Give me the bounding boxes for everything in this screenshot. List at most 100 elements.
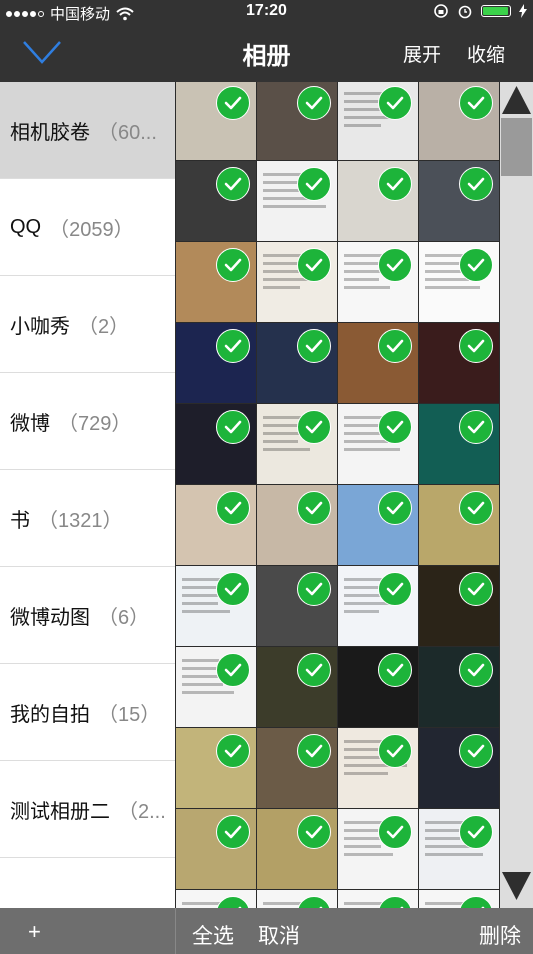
photo-thumbnail[interactable]: [176, 809, 256, 889]
photo-thumbnail[interactable]: [257, 728, 337, 808]
photo-thumbnail[interactable]: [419, 890, 499, 908]
album-item-camera-roll[interactable]: 相机胶卷 （60...: [0, 82, 175, 179]
collapse-button[interactable]: 收缩: [467, 40, 505, 67]
photo-thumbnail[interactable]: [419, 161, 499, 241]
photo-thumbnail[interactable]: [419, 728, 499, 808]
checkmark-icon: [459, 329, 493, 363]
photo-thumbnail[interactable]: [257, 566, 337, 646]
checkmark-icon: [297, 248, 331, 282]
photo-thumbnail[interactable]: [338, 485, 418, 565]
photo-thumbnail[interactable]: [176, 566, 256, 646]
album-item-qq[interactable]: QQ （2059）: [0, 179, 175, 276]
album-name: 相机胶卷: [10, 121, 90, 144]
photo-thumbnail[interactable]: [176, 82, 256, 160]
photo-thumbnail[interactable]: [176, 890, 256, 908]
checkmark-icon: [297, 167, 331, 201]
photo-thumbnail[interactable]: [257, 161, 337, 241]
photo-thumbnail[interactable]: [338, 404, 418, 484]
checkmark-icon: [459, 167, 493, 201]
photo-thumbnail[interactable]: [176, 485, 256, 565]
checkmark-icon: [378, 572, 412, 606]
checkmark-icon: [216, 86, 250, 120]
photo-thumbnail[interactable]: [176, 323, 256, 403]
checkmark-icon: [297, 491, 331, 525]
scroll-up-button[interactable]: [500, 82, 533, 118]
photo-thumbnail[interactable]: [419, 566, 499, 646]
rotation-lock-icon: [434, 4, 448, 18]
album-item-weibo[interactable]: 微博 （729）: [0, 373, 175, 470]
album-name: 书: [10, 509, 30, 532]
photo-thumbnail[interactable]: [338, 242, 418, 322]
photo-thumbnail[interactable]: [176, 404, 256, 484]
checkmark-icon: [459, 653, 493, 687]
album-item-xiaokaxiu[interactable]: 小咖秀 （2）: [0, 276, 175, 373]
add-album-button[interactable]: +: [28, 919, 41, 945]
checkmark-icon: [297, 410, 331, 444]
select-all-button[interactable]: 全选: [192, 920, 234, 950]
album-item-books[interactable]: 书 （1321）: [0, 470, 175, 567]
photo-thumbnail[interactable]: [338, 890, 418, 908]
photo-thumbnail[interactable]: [419, 242, 499, 322]
checkmark-icon: [459, 86, 493, 120]
photo-thumbnail[interactable]: [257, 809, 337, 889]
photo-thumbnail[interactable]: [419, 82, 499, 160]
album-count: （6）: [98, 606, 150, 629]
checkmark-icon: [216, 329, 250, 363]
photo-thumbnail[interactable]: [257, 485, 337, 565]
scrollbar-thumb[interactable]: [501, 118, 532, 176]
checkmark-icon: [459, 896, 493, 908]
bottom-toolbar: + 全选 取消 删除: [0, 908, 533, 954]
checkmark-icon: [297, 734, 331, 768]
checkmark-icon: [216, 572, 250, 606]
checkmark-icon: [459, 572, 493, 606]
album-item-weibo-gifs[interactable]: 微博动图 （6）: [0, 567, 175, 664]
checkmark-icon: [216, 734, 250, 768]
photo-thumbnail[interactable]: [257, 890, 337, 908]
checkmark-icon: [216, 815, 250, 849]
checkmark-icon: [459, 248, 493, 282]
photo-thumbnail[interactable]: [338, 566, 418, 646]
photo-thumbnail[interactable]: [419, 485, 499, 565]
photo-thumbnail[interactable]: [338, 647, 418, 727]
cancel-button[interactable]: 取消: [258, 920, 300, 950]
album-item-selfies[interactable]: 我的自拍 （15）: [0, 664, 175, 761]
triangle-down-icon: [502, 872, 531, 900]
photo-thumbnail[interactable]: [176, 647, 256, 727]
alarm-icon: [458, 5, 472, 19]
photo-thumbnail[interactable]: [176, 728, 256, 808]
album-name: 测试相册二: [10, 800, 110, 823]
checkmark-icon: [378, 329, 412, 363]
album-item-test-album-2[interactable]: 测试相册二 （2...: [0, 761, 175, 858]
album-name: 我的自拍: [10, 703, 90, 726]
album-count: （2）: [78, 315, 130, 338]
checkmark-icon: [459, 815, 493, 849]
photo-thumbnail[interactable]: [338, 728, 418, 808]
checkmark-icon: [297, 86, 331, 120]
album-name: QQ: [10, 215, 42, 238]
photo-thumbnail[interactable]: [257, 242, 337, 322]
photo-thumbnail[interactable]: [338, 82, 418, 160]
photo-thumbnail[interactable]: [338, 323, 418, 403]
photo-thumbnail[interactable]: [257, 404, 337, 484]
album-count: （1321）: [38, 509, 123, 532]
photo-thumbnail[interactable]: [176, 161, 256, 241]
photo-thumbnail[interactable]: [257, 82, 337, 160]
photo-thumbnail[interactable]: [419, 404, 499, 484]
album-count: （729）: [58, 412, 132, 435]
photo-thumbnail[interactable]: [176, 242, 256, 322]
photo-thumbnail[interactable]: [419, 809, 499, 889]
checkmark-icon: [378, 86, 412, 120]
photo-thumbnail[interactable]: [257, 323, 337, 403]
checkmark-icon: [378, 734, 412, 768]
album-name: 小咖秀: [10, 315, 70, 338]
photo-thumbnail[interactable]: [338, 809, 418, 889]
expand-button[interactable]: 展开: [403, 40, 441, 67]
delete-button[interactable]: 删除: [479, 920, 521, 950]
photo-thumbnail[interactable]: [419, 647, 499, 727]
battery-icon: [481, 5, 511, 17]
photo-thumbnail[interactable]: [338, 161, 418, 241]
photo-thumbnail[interactable]: [257, 647, 337, 727]
photo-thumbnail[interactable]: [419, 323, 499, 403]
scroll-down-button[interactable]: [500, 868, 533, 904]
scrollbar[interactable]: [500, 82, 533, 908]
